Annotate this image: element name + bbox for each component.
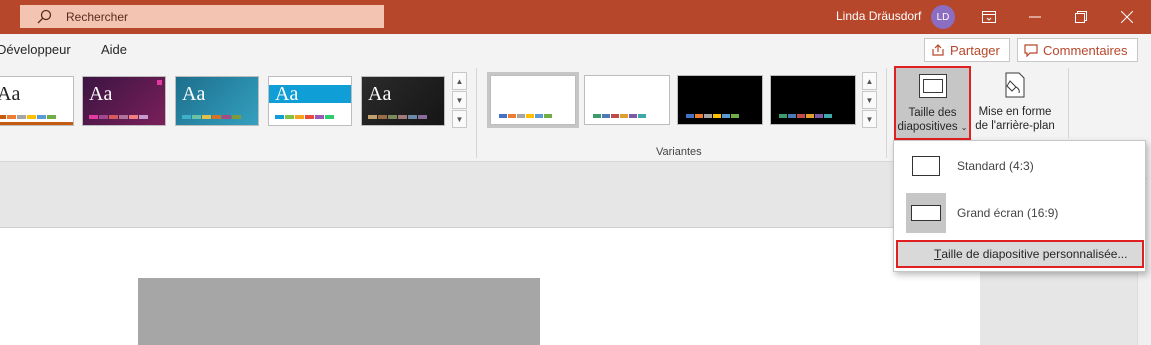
close-button[interactable] — [1104, 0, 1150, 34]
variant-more-button[interactable]: ▼ — [862, 110, 877, 128]
variant-thumbnail-4[interactable] — [770, 75, 856, 125]
chevron-down-icon: ⌄ — [960, 123, 968, 132]
title-bar: Rechercher Linda Dräusdorf LD — [0, 0, 1151, 34]
menu-item-widescreen[interactable]: Grand écran (16:9) — [894, 191, 1145, 235]
theme-gallery-scroll: ▲ ▼ ▼ — [452, 72, 467, 129]
variant-thumbnail-2[interactable] — [584, 75, 670, 125]
user-name[interactable]: Linda Dräusdorf — [836, 9, 921, 23]
theme-aa-text: Aa — [275, 83, 299, 105]
ribbon-display-options-button[interactable] — [966, 0, 1012, 34]
gallery-scroll-up[interactable]: ▲ — [452, 72, 467, 90]
slide-size-label-2: diapositives ⌄ — [898, 120, 968, 135]
variant-gallery-scroll: ▲ ▼ ▼ — [862, 72, 877, 129]
search-placeholder: Rechercher — [66, 9, 129, 24]
tab-developpeur[interactable]: Développeur — [0, 42, 71, 57]
theme-thumbnail-dark[interactable]: Aa — [361, 76, 445, 126]
tab-aide[interactable]: Aide — [101, 42, 127, 57]
theme-aa-text: Aa — [89, 83, 113, 105]
variant-colors — [499, 114, 552, 118]
slide-size-label-1: Taille des — [908, 107, 957, 119]
avatar[interactable]: LD — [931, 5, 955, 29]
theme-thumbnail-purple[interactable]: Aa — [82, 76, 166, 126]
slide-size-label-text: diapositives — [897, 121, 958, 133]
share-icon — [932, 44, 944, 56]
theme-colors — [89, 115, 148, 119]
search-box[interactable]: Rechercher — [20, 5, 384, 28]
close-icon — [1121, 11, 1133, 23]
divider — [1068, 68, 1069, 138]
format-background-label-1: Mise en forme — [978, 106, 1052, 118]
custom-size-label: aille de diapositive personnalisée... — [941, 247, 1128, 261]
variant-scroll-down[interactable]: ▼ — [862, 91, 877, 109]
share-label: Partager — [950, 42, 1000, 58]
restore-icon — [1075, 11, 1087, 23]
divider — [886, 68, 887, 158]
theme-colors — [275, 115, 334, 119]
slide-size-icon — [918, 74, 947, 98]
theme-colors — [368, 115, 427, 119]
ribbon-tab-row: Développeur Aide Partager Commentaires — [0, 34, 1151, 64]
variant-colors — [779, 114, 832, 118]
gallery-more-button[interactable]: ▼ — [452, 110, 467, 128]
slide-preview[interactable] — [138, 278, 540, 345]
menu-item-custom-slide-size[interactable]: Taille de diapositive personnalisée... — [896, 240, 1144, 268]
restore-button[interactable] — [1058, 0, 1104, 34]
comments-button[interactable]: Commentaires — [1017, 38, 1138, 62]
share-button[interactable]: Partager — [924, 38, 1010, 62]
variant-thumbnail-1[interactable] — [487, 72, 579, 128]
custom-size-accelerator: T — [934, 247, 942, 261]
format-background-icon — [1005, 72, 1025, 98]
comment-icon — [1024, 43, 1038, 57]
slide-size-dropdown: Standard (4:3) Grand écran (16:9) Taille… — [893, 140, 1146, 272]
comments-label: Commentaires — [1043, 42, 1128, 58]
theme-colors — [0, 115, 56, 119]
theme-aa-text: Aa — [368, 83, 392, 105]
search-icon — [37, 9, 52, 23]
theme-colors — [182, 115, 241, 119]
variant-colors — [593, 114, 646, 118]
minimize-button[interactable] — [1012, 0, 1058, 34]
group-label-variantes: Variantes — [656, 146, 702, 158]
format-background-button[interactable]: Mise en forme de l'arrière-plan — [973, 66, 1057, 140]
variant-colors — [686, 114, 739, 118]
menu-item-standard[interactable]: Standard (4:3) — [894, 144, 1145, 188]
ribbon-display-icon — [982, 11, 996, 23]
divider — [476, 68, 477, 158]
theme-thumbnail-teal[interactable]: Aa — [175, 76, 259, 126]
format-background-label-2: de l'arrière-plan — [975, 120, 1055, 132]
variant-thumbnail-3[interactable] — [677, 75, 763, 125]
widescreen-16x9-icon — [906, 193, 946, 233]
theme-aa-text: Aa — [0, 83, 21, 105]
slide-size-button[interactable]: Taille des diapositives ⌄ — [894, 66, 971, 140]
theme-thumbnail-blue[interactable]: Aa — [268, 76, 352, 126]
standard-4x3-icon — [906, 152, 946, 180]
variant-scroll-up[interactable]: ▲ — [862, 72, 877, 90]
gallery-scroll-down[interactable]: ▼ — [452, 91, 467, 109]
minimize-icon — [1029, 16, 1041, 18]
menu-item-standard-label: Standard (4:3) — [957, 159, 1034, 173]
theme-aa-text: Aa — [182, 83, 206, 105]
menu-item-widescreen-label: Grand écran (16:9) — [957, 206, 1059, 220]
theme-thumbnail-white[interactable]: Aa — [0, 76, 74, 126]
